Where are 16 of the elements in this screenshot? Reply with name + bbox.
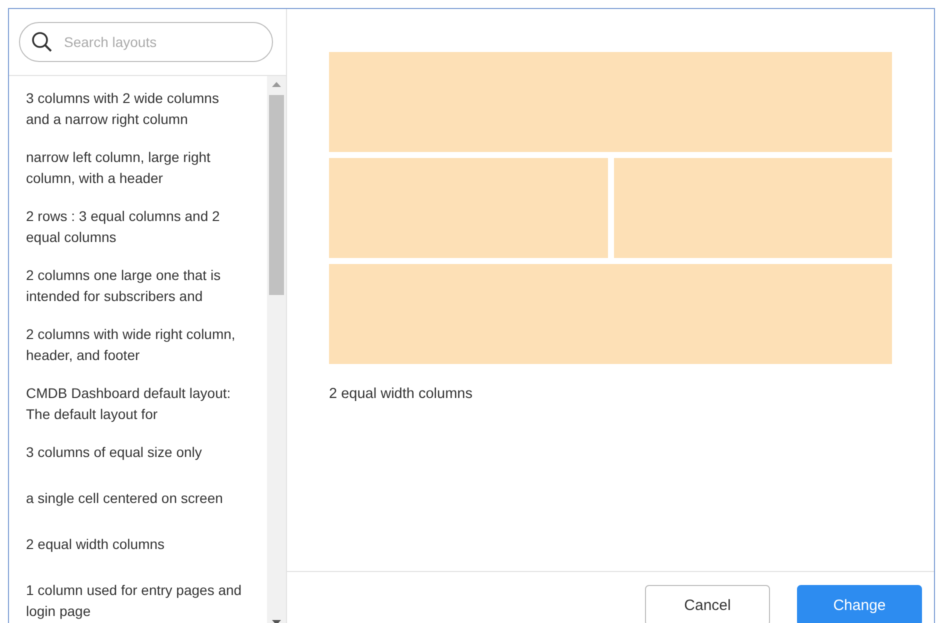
- layout-item[interactable]: CMDB Dashboard default layout: The default layout for: [26, 383, 244, 442]
- layout-item[interactable]: 2 columns one large one that is intended for subscribers and: [26, 265, 244, 324]
- scrollbar-thumb[interactable]: [269, 95, 284, 295]
- layout-item[interactable]: 2 rows : 3 equal columns and 2 equal columns: [26, 206, 244, 265]
- layout-item[interactable]: a single cell centered on screen: [26, 488, 244, 534]
- cancel-button[interactable]: Cancel: [645, 585, 770, 623]
- layout-caption: 2 equal width columns: [329, 386, 472, 402]
- layout-item[interactable]: 2 equal width columns: [26, 534, 244, 580]
- layout-item[interactable]: 3 columns with 2 wide columns and a narrow right column: [26, 88, 244, 147]
- search-field[interactable]: Search layouts: [19, 22, 273, 62]
- scroll-up-icon[interactable]: [272, 82, 281, 87]
- layout-item[interactable]: 1 column used for entry pages and login page: [26, 580, 244, 623]
- layout-item[interactable]: 3 columns of equal size only: [26, 442, 244, 488]
- layout-item[interactable]: narrow left column, large right column, with a header: [26, 147, 244, 206]
- scrollbar[interactable]: [267, 76, 286, 623]
- layout-item[interactable]: 2 columns with wide right column, header, and footer: [26, 324, 244, 383]
